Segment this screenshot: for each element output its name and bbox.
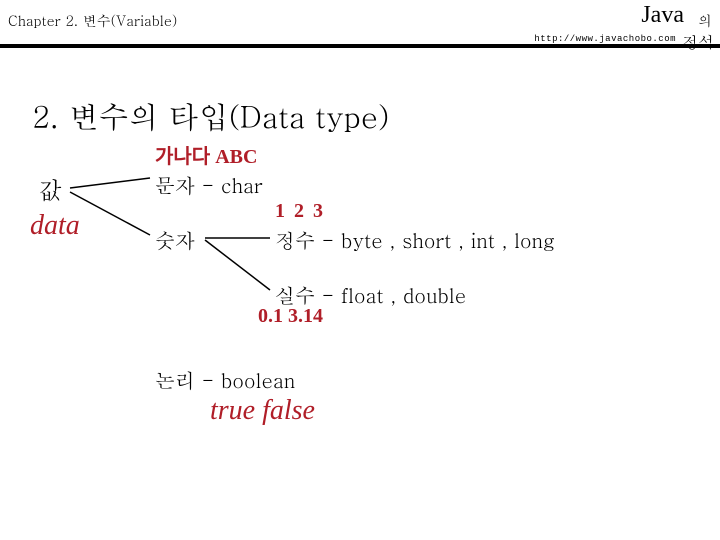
url-text: http://www.javachobo.com xyxy=(534,34,676,44)
connector-lines xyxy=(0,0,720,540)
handwriting-123: 1 2 3 xyxy=(275,200,325,223)
handwriting-data: data xyxy=(30,210,80,242)
chapter-label: Chapter 2. 변수(Variable) xyxy=(8,10,177,30)
section-title: 2. 변수의 타입(Data type) xyxy=(32,95,389,137)
number-label: 숫자 xyxy=(155,225,195,254)
handwriting-abc: 가나다 ABC xyxy=(155,140,257,169)
integer-type-line: 정수 - byte , short , int , long xyxy=(275,225,555,254)
value-label: 값 xyxy=(38,172,62,206)
jeongseok-label: 정석 xyxy=(682,30,714,53)
handwriting-decimals: 0.1 3.14 xyxy=(258,305,323,328)
eui-label: 의 xyxy=(698,10,712,30)
boolean-type-line: 논리 - boolean xyxy=(155,365,295,394)
java-title: Java xyxy=(641,2,684,29)
handwriting-truefalse: true false xyxy=(210,395,315,427)
char-type-line: 문자 - char xyxy=(155,170,263,199)
